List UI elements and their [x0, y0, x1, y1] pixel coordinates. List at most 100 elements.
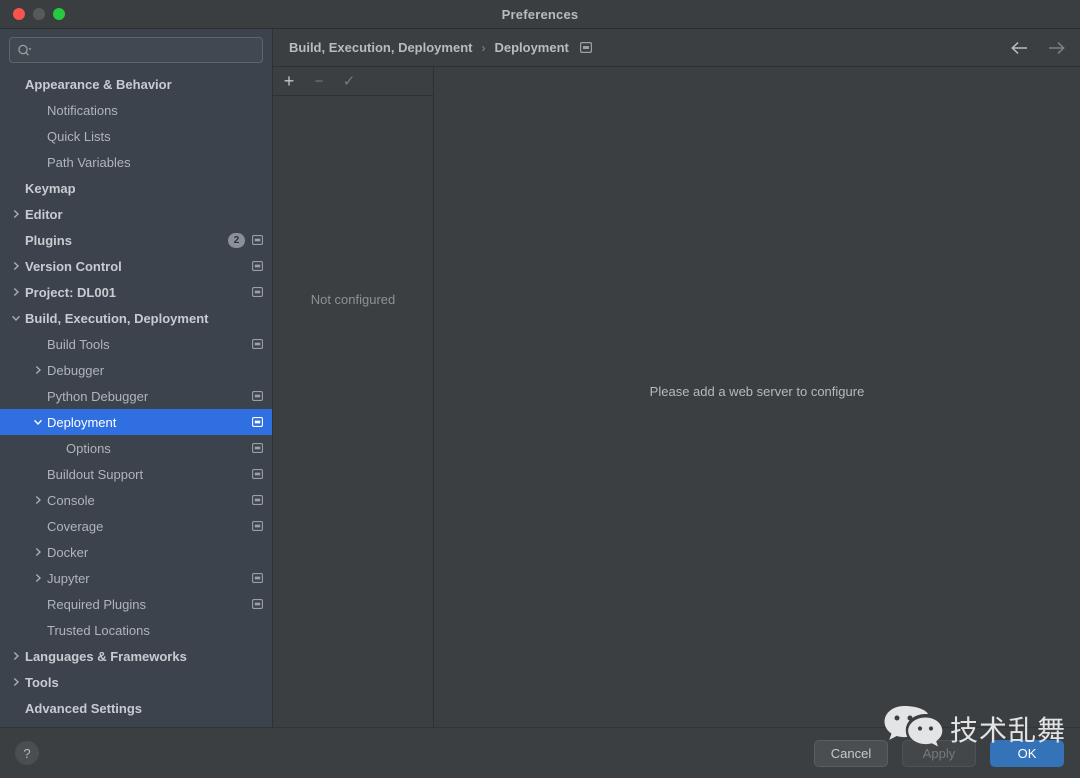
- sidebar-item-label: Languages & Frameworks: [25, 648, 187, 664]
- project-scope-icon: [252, 287, 263, 297]
- sidebar-item-languages-frameworks[interactable]: Languages & Frameworks: [0, 643, 272, 669]
- sidebar-item-build-execution-deployment[interactable]: Build, Execution, Deployment: [0, 305, 272, 331]
- sidebar-item-label: Keymap: [25, 180, 76, 196]
- remove-server-button[interactable]: −: [312, 73, 326, 90]
- sidebar-item-label: Deployment: [47, 414, 117, 430]
- chevron-right-icon[interactable]: [31, 365, 45, 375]
- chevron-right-icon[interactable]: [31, 573, 45, 583]
- project-scope-icon: [252, 521, 263, 531]
- project-scope-icon: [252, 573, 263, 583]
- chevron-right-icon[interactable]: [31, 547, 45, 557]
- sidebar-item-console[interactable]: Console: [0, 487, 272, 513]
- sidebar-item-jupyter[interactable]: Jupyter: [0, 565, 272, 591]
- sidebar-item-appearance-behavior[interactable]: Appearance & Behavior: [0, 71, 272, 97]
- project-scope-icon: [252, 235, 263, 245]
- chevron-down-icon[interactable]: [31, 417, 45, 427]
- sidebar-item-deployment[interactable]: Deployment: [0, 409, 272, 435]
- chevron-right-icon[interactable]: [9, 209, 23, 219]
- project-scope-icon: [579, 42, 592, 53]
- sidebar-item-label: Build, Execution, Deployment: [25, 310, 209, 326]
- search-container: [0, 29, 272, 69]
- detail-empty-message: Please add a web server to configure: [649, 384, 865, 399]
- sidebar-item-buildout-support[interactable]: Buildout Support: [0, 461, 272, 487]
- sidebar-item-label: Python Debugger: [47, 388, 149, 404]
- chevron-right-icon[interactable]: [31, 495, 45, 505]
- project-scope-icon: [252, 469, 263, 479]
- help-button[interactable]: ?: [15, 741, 39, 765]
- sidebar-item-label: Quick Lists: [47, 128, 111, 144]
- server-list-toolbar: + − ✓: [273, 67, 433, 96]
- sidebar-item-label: Plugins: [25, 232, 72, 248]
- sidebar-item-label: Project: DL001: [25, 284, 117, 300]
- apply-button: Apply: [902, 739, 976, 767]
- settings-tree: Appearance & Behavior Notifications Quick …: [0, 69, 272, 721]
- sidebar-item-quick-lists[interactable]: Quick Lists: [0, 123, 272, 149]
- sidebar-item-required-plugins[interactable]: Required Plugins: [0, 591, 272, 617]
- chevron-right-icon[interactable]: [9, 287, 23, 297]
- sidebar-item-label: Advanced Settings: [25, 700, 143, 716]
- project-scope-icon: [252, 495, 263, 505]
- sidebar-item-docker[interactable]: Docker: [0, 539, 272, 565]
- arrow-right-icon[interactable]: [1046, 41, 1066, 55]
- sidebar-item-label: Appearance & Behavior: [25, 76, 172, 92]
- project-scope-icon: [252, 339, 263, 349]
- navigation-arrows: [1010, 41, 1066, 55]
- chevron-down-icon[interactable]: [9, 313, 23, 323]
- sidebar-item-label: Tools: [25, 674, 59, 690]
- sidebar-item-project-dl001[interactable]: Project: DL001: [0, 279, 272, 305]
- sidebar-item-path-variables[interactable]: Path Variables: [0, 149, 272, 175]
- sidebar-item-python-debugger[interactable]: Python Debugger: [0, 383, 272, 409]
- chevron-right-icon[interactable]: [9, 677, 23, 687]
- content-area: Build, Execution, Deployment › Deploymen…: [273, 29, 1080, 727]
- server-list-pane: + − ✓ Not configured: [273, 66, 434, 727]
- search-input[interactable]: [36, 43, 255, 57]
- sidebar-item-build-tools[interactable]: Build Tools: [0, 331, 272, 357]
- sidebar-item-label: Build Tools: [47, 336, 110, 352]
- sidebar-item-label: Options: [66, 440, 111, 456]
- sidebar-item-label: Version Control: [25, 258, 122, 274]
- bottom-bar: ? Cancel Apply OK: [0, 727, 1080, 778]
- server-list-body[interactable]: Not configured: [273, 96, 433, 727]
- breadcrumb-current: Deployment: [494, 40, 569, 55]
- add-server-button[interactable]: +: [282, 71, 296, 91]
- sidebar-item-label: Jupyter: [47, 570, 90, 586]
- sidebar-item-coverage[interactable]: Coverage: [0, 513, 272, 539]
- sidebar-item-plugins[interactable]: Plugins 2: [0, 227, 272, 253]
- sidebar-item-version-control[interactable]: Version Control: [0, 253, 272, 279]
- cancel-button[interactable]: Cancel: [814, 739, 888, 767]
- sidebar-item-label: Editor: [25, 206, 63, 222]
- sidebar-item-editor[interactable]: Editor: [0, 201, 272, 227]
- sidebar-item-label: Path Variables: [47, 154, 131, 170]
- project-scope-icon: [252, 443, 263, 453]
- chevron-right-icon[interactable]: [9, 261, 23, 271]
- sidebar-item-tools[interactable]: Tools: [0, 669, 272, 695]
- sidebar-item-label: Coverage: [47, 518, 104, 534]
- sidebar-item-debugger[interactable]: Debugger: [0, 357, 272, 383]
- deployment-panes: + − ✓ Not configured Please add a web serv…: [273, 66, 1080, 727]
- sidebar-item-label: Required Plugins: [47, 596, 147, 612]
- sidebar-item-trusted-locations[interactable]: Trusted Locations: [0, 617, 272, 643]
- project-scope-icon: [252, 417, 263, 427]
- project-scope-icon: [252, 261, 263, 271]
- sidebar-item-label: Notifications: [47, 102, 118, 118]
- search-box[interactable]: [9, 37, 263, 63]
- chevron-right-icon[interactable]: [9, 651, 23, 661]
- sidebar-item-advanced-settings[interactable]: Advanced Settings: [0, 695, 272, 721]
- set-default-server-button[interactable]: ✓: [342, 73, 356, 90]
- search-icon: [17, 44, 32, 57]
- sidebar-item-label: Trusted Locations: [47, 622, 150, 638]
- sidebar-item-label: Console: [47, 492, 95, 508]
- breadcrumb-parent[interactable]: Build, Execution, Deployment: [289, 40, 472, 55]
- arrow-left-icon[interactable]: [1010, 41, 1030, 55]
- project-scope-icon: [252, 599, 263, 609]
- ok-button[interactable]: OK: [990, 739, 1064, 767]
- sidebar-item-notifications[interactable]: Notifications: [0, 97, 272, 123]
- title-bar: Preferences: [0, 0, 1080, 29]
- preferences-window: Preferences Appearance & Behavior Notific…: [0, 0, 1080, 778]
- sidebar-item-label: Debugger: [47, 362, 105, 378]
- window-title: Preferences: [501, 6, 579, 22]
- sidebar-item-options[interactable]: Options: [0, 435, 272, 461]
- sidebar-item-keymap[interactable]: Keymap: [0, 175, 272, 201]
- plugins-update-badge: 2: [228, 232, 245, 248]
- project-scope-icon: [252, 391, 263, 401]
